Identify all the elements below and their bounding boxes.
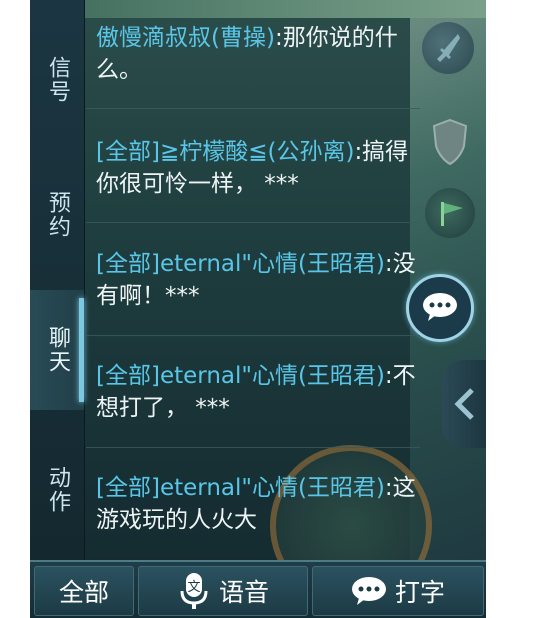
chat-bubble-icon: [351, 577, 386, 605]
all-channel-label: 全部: [58, 578, 109, 607]
shield-button[interactable]: [430, 118, 470, 166]
sender-name: [全部]eternal"心情(王昭君): [96, 251, 385, 277]
attack-button[interactable]: [422, 22, 474, 74]
voice-button[interactable]: 文 语音: [138, 566, 308, 616]
microphone-icon: 文: [180, 573, 208, 609]
game-chat-screen: 信号 预约 聊天 动作 傲慢滴叔叔(曹操):那你说的什么。 [全部]≧柠檬酸≦(…: [30, 0, 486, 616]
chat-message: 傲慢滴叔叔(曹操):那你说的什么。: [86, 22, 416, 86]
message-divider: [86, 335, 420, 336]
sender-name: 傲慢滴叔叔(曹操): [96, 25, 275, 51]
message-divider: [86, 108, 420, 109]
chat-message: [全部]≧柠檬酸≦(公孙离):搞得你很可怜一样， ***: [86, 136, 416, 200]
message-divider: [86, 222, 420, 223]
shield-icon: [432, 118, 468, 166]
tab-label: 预约: [45, 191, 70, 239]
tab-label: 动作: [45, 466, 70, 514]
tab-reservation[interactable]: 预约: [30, 155, 84, 275]
sword-icon: [437, 34, 460, 62]
sender-name: [全部]eternal"心情(王昭君): [96, 475, 385, 501]
tab-emote[interactable]: 动作: [30, 430, 84, 550]
type-label: 打字: [394, 578, 445, 607]
flag-icon: [441, 202, 463, 226]
collapse-panel-button[interactable]: [442, 360, 486, 448]
type-button[interactable]: 打字: [312, 566, 484, 616]
sender-name: [全部]≧柠檬酸≦(公孙离): [96, 139, 355, 165]
chat-message: [全部]eternal"心情(王昭君):不想打了， ***: [86, 360, 416, 424]
tab-signal[interactable]: 信号: [30, 20, 84, 140]
chat-message: [全部]eternal"心情(王昭君):这游戏玩的人火大: [86, 472, 416, 536]
voice-icon-glyph: 文: [187, 580, 200, 595]
voice-label: 语音: [218, 578, 269, 607]
chat-bubble-icon: [423, 293, 457, 321]
message-divider: [86, 447, 420, 448]
sender-name: [全部]eternal"心情(王昭君): [96, 363, 385, 389]
signal-flag-button[interactable]: [425, 188, 475, 238]
chevron-left-icon: [454, 388, 474, 420]
side-tabs: 信号 预约 聊天 动作: [30, 0, 85, 560]
all-channel-button[interactable]: 全部: [34, 566, 134, 616]
chat-input-bar: 全部 文 语音 打字: [30, 560, 486, 618]
chat-message: [全部]eternal"心情(王昭君):没有啊！***: [86, 248, 416, 312]
chat-message-list[interactable]: 傲慢滴叔叔(曹操):那你说的什么。 [全部]≧柠檬酸≦(公孙离):搞得你很可怜一…: [86, 0, 420, 560]
tab-chat[interactable]: 聊天: [30, 290, 84, 410]
tab-label: 信号: [45, 56, 70, 104]
tab-label: 聊天: [45, 326, 70, 374]
